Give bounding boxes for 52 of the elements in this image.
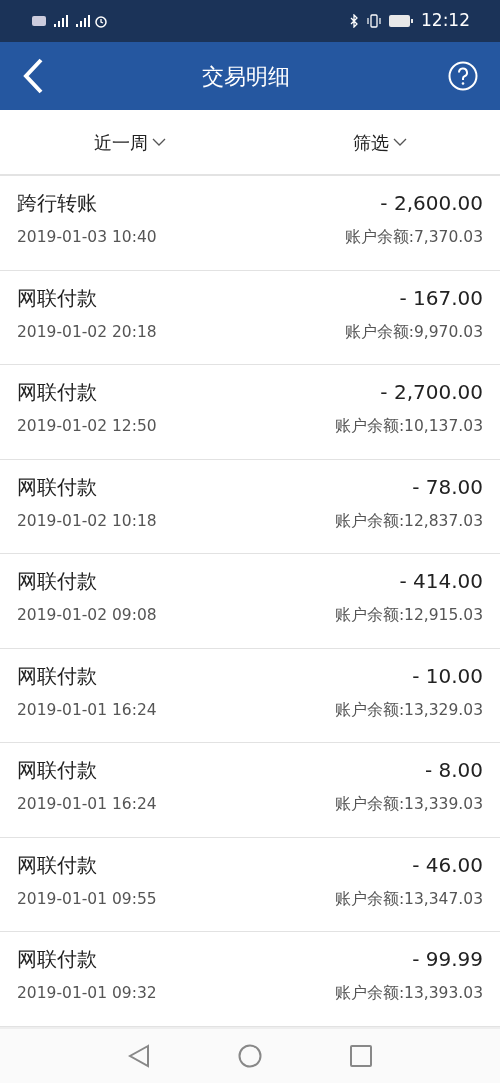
help-button[interactable]: [448, 61, 478, 91]
transaction-name: 网联付款: [17, 851, 97, 879]
transaction-amount: - 46.00: [412, 851, 483, 879]
transaction-time: 2019-01-03 10:40: [17, 227, 157, 248]
page-title: 交易明细: [202, 62, 290, 91]
transaction-name: 跨行转账: [17, 190, 97, 217]
account-balance: 账户余额:7,370.03: [344, 227, 483, 248]
transaction-time: 2019-01-01 09:32: [17, 983, 157, 1004]
transaction-amount: - 414.00: [399, 568, 483, 595]
account-balance: 账户余额:13,347.03: [334, 888, 483, 910]
transaction-time: 2019-01-02 20:18: [17, 321, 157, 343]
status-time: 12:12: [421, 9, 470, 33]
transaction-time: 2019-01-02 12:50: [17, 416, 157, 437]
account-balance: 账户余额:13,393.03: [334, 983, 483, 1004]
transaction-name: 网联付款: [17, 568, 97, 595]
transaction-amount: - 10.00: [412, 662, 483, 690]
vibrate-icon: [367, 14, 381, 28]
recent-apps-icon[interactable]: [350, 1044, 372, 1067]
transaction-amount: - 8.00: [424, 757, 483, 784]
filter-dropdown[interactable]: 近一周: [87, 124, 172, 160]
back-nav-icon[interactable]: [128, 1043, 150, 1068]
chevron-down-icon: [392, 138, 407, 146]
transaction-time: 2019-01-02 09:08: [17, 605, 157, 626]
account-balance: 账户余额:13,329.03: [334, 699, 483, 721]
transaction-name: 网联付款: [17, 379, 97, 406]
filter-dropdown[interactable]: 筛选: [346, 124, 413, 160]
hd-icon: [32, 16, 46, 26]
chevron-down-icon: [151, 138, 166, 146]
home-nav-icon[interactable]: [238, 1043, 262, 1068]
transaction-name: 网联付款: [17, 473, 97, 501]
battery-icon: [389, 15, 413, 27]
alarm-icon: [94, 14, 108, 28]
account-balance: 账户余额:10,137.03: [334, 416, 483, 437]
transaction-name: 网联付款: [17, 946, 97, 973]
transaction-amount: - 78.00: [412, 473, 483, 501]
transaction-amount: - 167.00: [399, 284, 483, 312]
transaction-name: 网联付款: [17, 757, 97, 784]
transaction-amount: - 99.99: [412, 946, 483, 973]
account-balance: 账户余额:12,915.03: [334, 605, 483, 626]
transaction-amount: - 2,700.00: [380, 379, 483, 406]
account-balance: 账户余额:13,339.03: [334, 794, 483, 815]
transaction-amount: - 2,600.00: [380, 190, 483, 217]
account-balance: 账户余额:12,837.03: [334, 510, 483, 532]
bluetooth-icon: [350, 14, 359, 28]
transaction-time: 2019-01-01 16:24: [17, 699, 157, 721]
back-button[interactable]: [22, 58, 44, 94]
transaction-name: 网联付款: [17, 284, 97, 312]
transaction-name: 网联付款: [17, 662, 97, 690]
transaction-time: 2019-01-02 10:18: [17, 510, 157, 532]
transaction-time: 2019-01-01 16:24: [17, 794, 157, 815]
transaction-time: 2019-01-01 09:55: [17, 888, 157, 910]
account-balance: 账户余额:9,970.03: [344, 321, 483, 343]
